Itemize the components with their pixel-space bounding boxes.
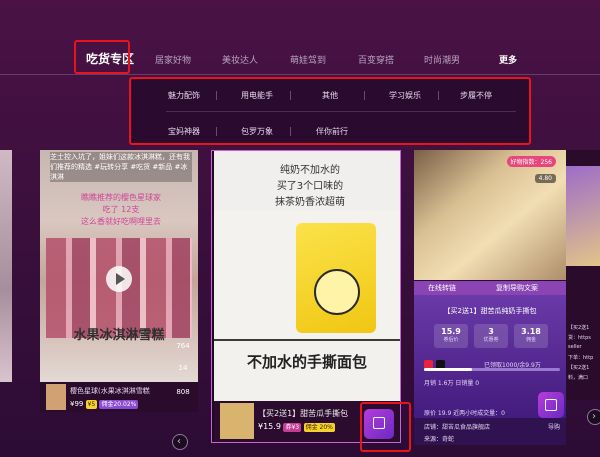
product-photo (414, 150, 566, 280)
tab-online-link[interactable]: 在线转链 (428, 283, 456, 293)
product-card-selected[interactable]: 纯奶不加水的 买了3个口味的 抹茶奶香浓超萌 不加水的手撕面包 【买2送1】甜苦… (211, 150, 401, 443)
price-row: ¥99 ¥5 佣金20.02% (70, 400, 139, 409)
highlight-box-tab (74, 40, 130, 74)
highlight-box-action (360, 402, 411, 452)
video-caption: 芝士控入坑了，姐妹们这款冰淇淋糕，还有我们推荐的精选 #玩转分享 #吃货 #新品… (50, 152, 192, 182)
shares-count: 808 (176, 388, 190, 396)
tab-home-goods[interactable]: 居家好物 (155, 53, 191, 66)
commission-badge: 佣金 20% (303, 423, 335, 432)
action-label: 导购 (548, 424, 561, 431)
product-card-partial-right[interactable]: 【买2送1 货：https seller 下单：http 【买2送1 料，满口 (566, 150, 600, 400)
product-detail-card[interactable]: 好物指数：256 4.80 在线转链 复制导购文案 【买2送1】甜苦瓜纯奶手撕包… (414, 150, 566, 445)
video-title: 不加水的手撕面包 (246, 353, 367, 371)
commission-badge: 佣金20.02% (99, 400, 139, 409)
text-line: seller (568, 344, 582, 350)
stat-label: 券后价 (443, 337, 459, 343)
stat-label: 优惠券 (483, 337, 499, 343)
tab-beauty[interactable]: 美妆达人 (222, 53, 258, 66)
text-line: 下单：http (568, 355, 594, 361)
stat-value: 3 (488, 327, 494, 336)
package-mascot (314, 269, 360, 315)
video-title: 水果冰淇淋雪糕 (73, 328, 165, 343)
stat-commission: 3.18 佣金 (514, 324, 548, 348)
heat-badge: 好物指数：256 (506, 156, 556, 167)
text-line: 【买2送1 (568, 325, 590, 331)
stat-label: 佣金 (525, 337, 536, 343)
highlight-box-dropdown (129, 77, 531, 145)
headline-text: 买了3个口味的 (276, 181, 344, 192)
chevron-right-icon: › (592, 411, 596, 422)
product-card[interactable]: 芝士控入坑了，姐妹们这款冰淇淋糕，还有我们推荐的精选 #玩转分享 #吃货 #新品… (40, 150, 198, 412)
progress-fill (424, 368, 472, 371)
tab-kids[interactable]: 萌娃驾到 (290, 53, 326, 66)
overlay-text: 吃了 12支 (102, 205, 140, 214)
stat-coupon: 3 优惠券 (474, 324, 508, 348)
text-line: 【买2送1 (568, 365, 590, 371)
tab-outfits[interactable]: 百变穿搭 (358, 53, 394, 66)
overlay-text: 瞧瞧推荐的樱色星球家 (81, 193, 161, 202)
stat-value: 3.18 (521, 327, 541, 336)
chevron-left-icon: ‹ (177, 436, 181, 447)
nav-divider (0, 74, 600, 75)
claim-progress-bar (424, 368, 560, 371)
text-line: 货：https (568, 335, 591, 341)
product-title[interactable]: 樱色星球(水果冰淇淋雪糕 (70, 386, 174, 396)
price-row: ¥15.9 券¥3 佣金 20% (258, 422, 335, 432)
footer-line: 来源：奇蛇 (424, 436, 455, 443)
price: ¥99 (70, 400, 84, 408)
product-thumbnail (220, 403, 254, 439)
tab-mens-fashion[interactable]: 时尚潮男 (424, 53, 460, 66)
product-title: 【买2送1】甜苦瓜纯奶手撕包 (443, 307, 537, 315)
footer-line: 原价 19.9 近两小时成交量：0 (424, 410, 505, 417)
carousel-next-button[interactable]: › (587, 409, 600, 425)
footer-line: 店铺：甜苦瓜食品旗舰店 (424, 424, 491, 431)
overlay-text: 这么香就好吃啊哩里去 (81, 217, 161, 226)
bag-icon (545, 399, 557, 411)
headline-text: 抹茶奶香浓超萌 (275, 197, 345, 208)
tab-more[interactable]: 更多 (499, 53, 517, 66)
product-card-partial-left[interactable] (0, 150, 12, 382)
product-image (0, 150, 12, 382)
card-tabs: 在线转链 复制导购文案 (414, 281, 566, 295)
coupon-badge: ¥5 (85, 400, 98, 409)
text-line: 料，满口 (568, 375, 589, 381)
headline-text: 纯奶不加水的 (280, 165, 340, 176)
shopping-guide-button[interactable] (538, 392, 564, 418)
carousel-prev-button[interactable]: ‹ (172, 434, 188, 450)
tab-copy-text[interactable]: 复制导购文案 (496, 283, 538, 293)
product-title[interactable]: 【买2送1】甜苦瓜手撕包 (258, 408, 368, 419)
product-photo (566, 166, 600, 266)
stat-price: 15.9 券后价 (434, 324, 468, 348)
likes-count: 764 (176, 342, 190, 350)
comments-count: 14 (178, 364, 188, 372)
coupon-badge: 券¥3 (283, 423, 302, 432)
price: ¥15.9 (258, 422, 281, 431)
sales-info: 月销 1.6万 日销量 0 (424, 380, 480, 387)
stat-value: 15.9 (441, 327, 461, 336)
product-thumbnail (46, 384, 66, 410)
rating-badge: 4.80 (534, 174, 556, 183)
play-icon (116, 273, 125, 285)
